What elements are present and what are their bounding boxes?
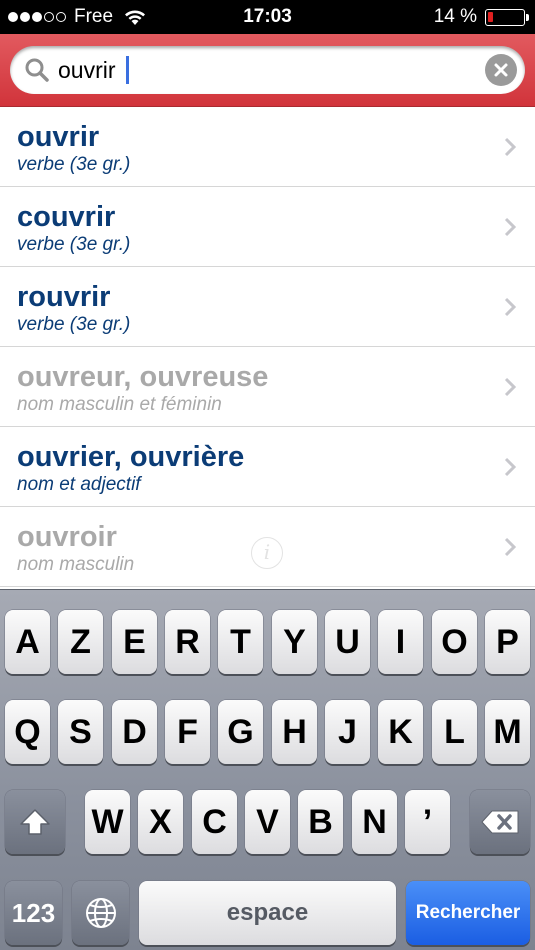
clear-search-icon[interactable] — [485, 54, 517, 86]
key-o[interactable]: O — [432, 610, 477, 674]
result-type: verbe (3e gr.) — [17, 154, 131, 175]
result-item-ouvrier[interactable]: ouvrier, ouvrière nom et adjectif — [0, 427, 535, 507]
shift-icon — [20, 809, 50, 835]
key-c[interactable]: C — [192, 790, 237, 854]
key-f[interactable]: F — [165, 700, 210, 764]
result-word: ouvrier, ouvrière — [17, 441, 245, 473]
result-item-couvrir[interactable]: couvrir verbe (3e gr.) — [0, 187, 535, 267]
status-right: 14 % — [433, 6, 529, 28]
key-q[interactable]: Q — [5, 700, 50, 764]
search-field[interactable] — [10, 46, 525, 94]
globe-key[interactable] — [72, 881, 129, 945]
chevron-right-icon — [504, 537, 517, 557]
result-item-ouvreur[interactable]: ouvreur, ouvreuse nom masculin et fémini… — [0, 347, 535, 427]
globe-icon — [85, 898, 116, 928]
key-x[interactable]: X — [138, 790, 183, 854]
key-t[interactable]: T — [218, 610, 263, 674]
results-list: ouvrir verbe (3e gr.) couvrir verbe (3e … — [0, 107, 535, 589]
key-y[interactable]: Y — [272, 610, 317, 674]
backspace-icon — [481, 810, 519, 834]
key-m[interactable]: M — [485, 700, 530, 764]
status-bar: Free 17:03 14 % — [0, 0, 535, 34]
result-type: nom masculin et féminin — [17, 394, 222, 415]
key-w[interactable]: W — [85, 790, 130, 854]
key-l[interactable]: L — [432, 700, 477, 764]
shift-key[interactable] — [5, 790, 65, 854]
keyboard: A Z E R T Y U I O P Q S D F G H J K L M … — [0, 589, 535, 950]
key-j[interactable]: J — [325, 700, 370, 764]
result-item-ouvrir[interactable]: ouvrir verbe (3e gr.) — [0, 107, 535, 187]
chevron-right-icon — [504, 137, 517, 157]
key-h[interactable]: H — [272, 700, 317, 764]
result-type: verbe (3e gr.) — [17, 314, 131, 335]
result-type: verbe (3e gr.) — [17, 234, 131, 255]
key-e[interactable]: E — [112, 610, 157, 674]
search-bar — [0, 34, 535, 107]
battery-percent: 14 % — [433, 6, 477, 27]
result-type: nom et adjectif — [17, 474, 141, 495]
key-g[interactable]: G — [218, 700, 263, 764]
result-word: couvrir — [17, 201, 116, 233]
result-item-rouvrir[interactable]: rouvrir verbe (3e gr.) — [0, 267, 535, 347]
key-d[interactable]: D — [112, 700, 157, 764]
backspace-key[interactable] — [470, 790, 530, 854]
chevron-right-icon — [504, 217, 517, 237]
search-return-key[interactable]: Rechercher — [406, 881, 530, 945]
numbers-key[interactable]: 123 — [5, 881, 62, 945]
info-icon[interactable]: i — [251, 537, 283, 569]
result-word: ouvroir — [17, 521, 117, 553]
close-icon — [494, 63, 508, 77]
chevron-right-icon — [504, 297, 517, 317]
search-input[interactable] — [58, 55, 478, 85]
key-r[interactable]: R — [165, 610, 210, 674]
result-word: rouvrir — [17, 281, 111, 313]
space-key[interactable]: espace — [139, 881, 396, 945]
key-n[interactable]: N — [352, 790, 397, 854]
search-icon — [25, 58, 49, 82]
result-type: nom masculin — [17, 554, 135, 575]
key-s[interactable]: S — [58, 700, 103, 764]
key-apostrophe[interactable]: ’ — [405, 790, 450, 854]
key-z[interactable]: Z — [58, 610, 103, 674]
key-i[interactable]: I — [378, 610, 423, 674]
key-a[interactable]: A — [5, 610, 50, 674]
battery-icon — [485, 8, 529, 26]
result-word: ouvrir — [17, 121, 100, 153]
key-v[interactable]: V — [245, 790, 290, 854]
key-k[interactable]: K — [378, 700, 423, 764]
key-b[interactable]: B — [298, 790, 343, 854]
key-u[interactable]: U — [325, 610, 370, 674]
chevron-right-icon — [504, 457, 517, 477]
chevron-right-icon — [504, 377, 517, 397]
result-word: ouvreur, ouvreuse — [17, 361, 269, 393]
key-p[interactable]: P — [485, 610, 530, 674]
text-cursor — [126, 56, 129, 84]
battery-level — [488, 11, 493, 22]
